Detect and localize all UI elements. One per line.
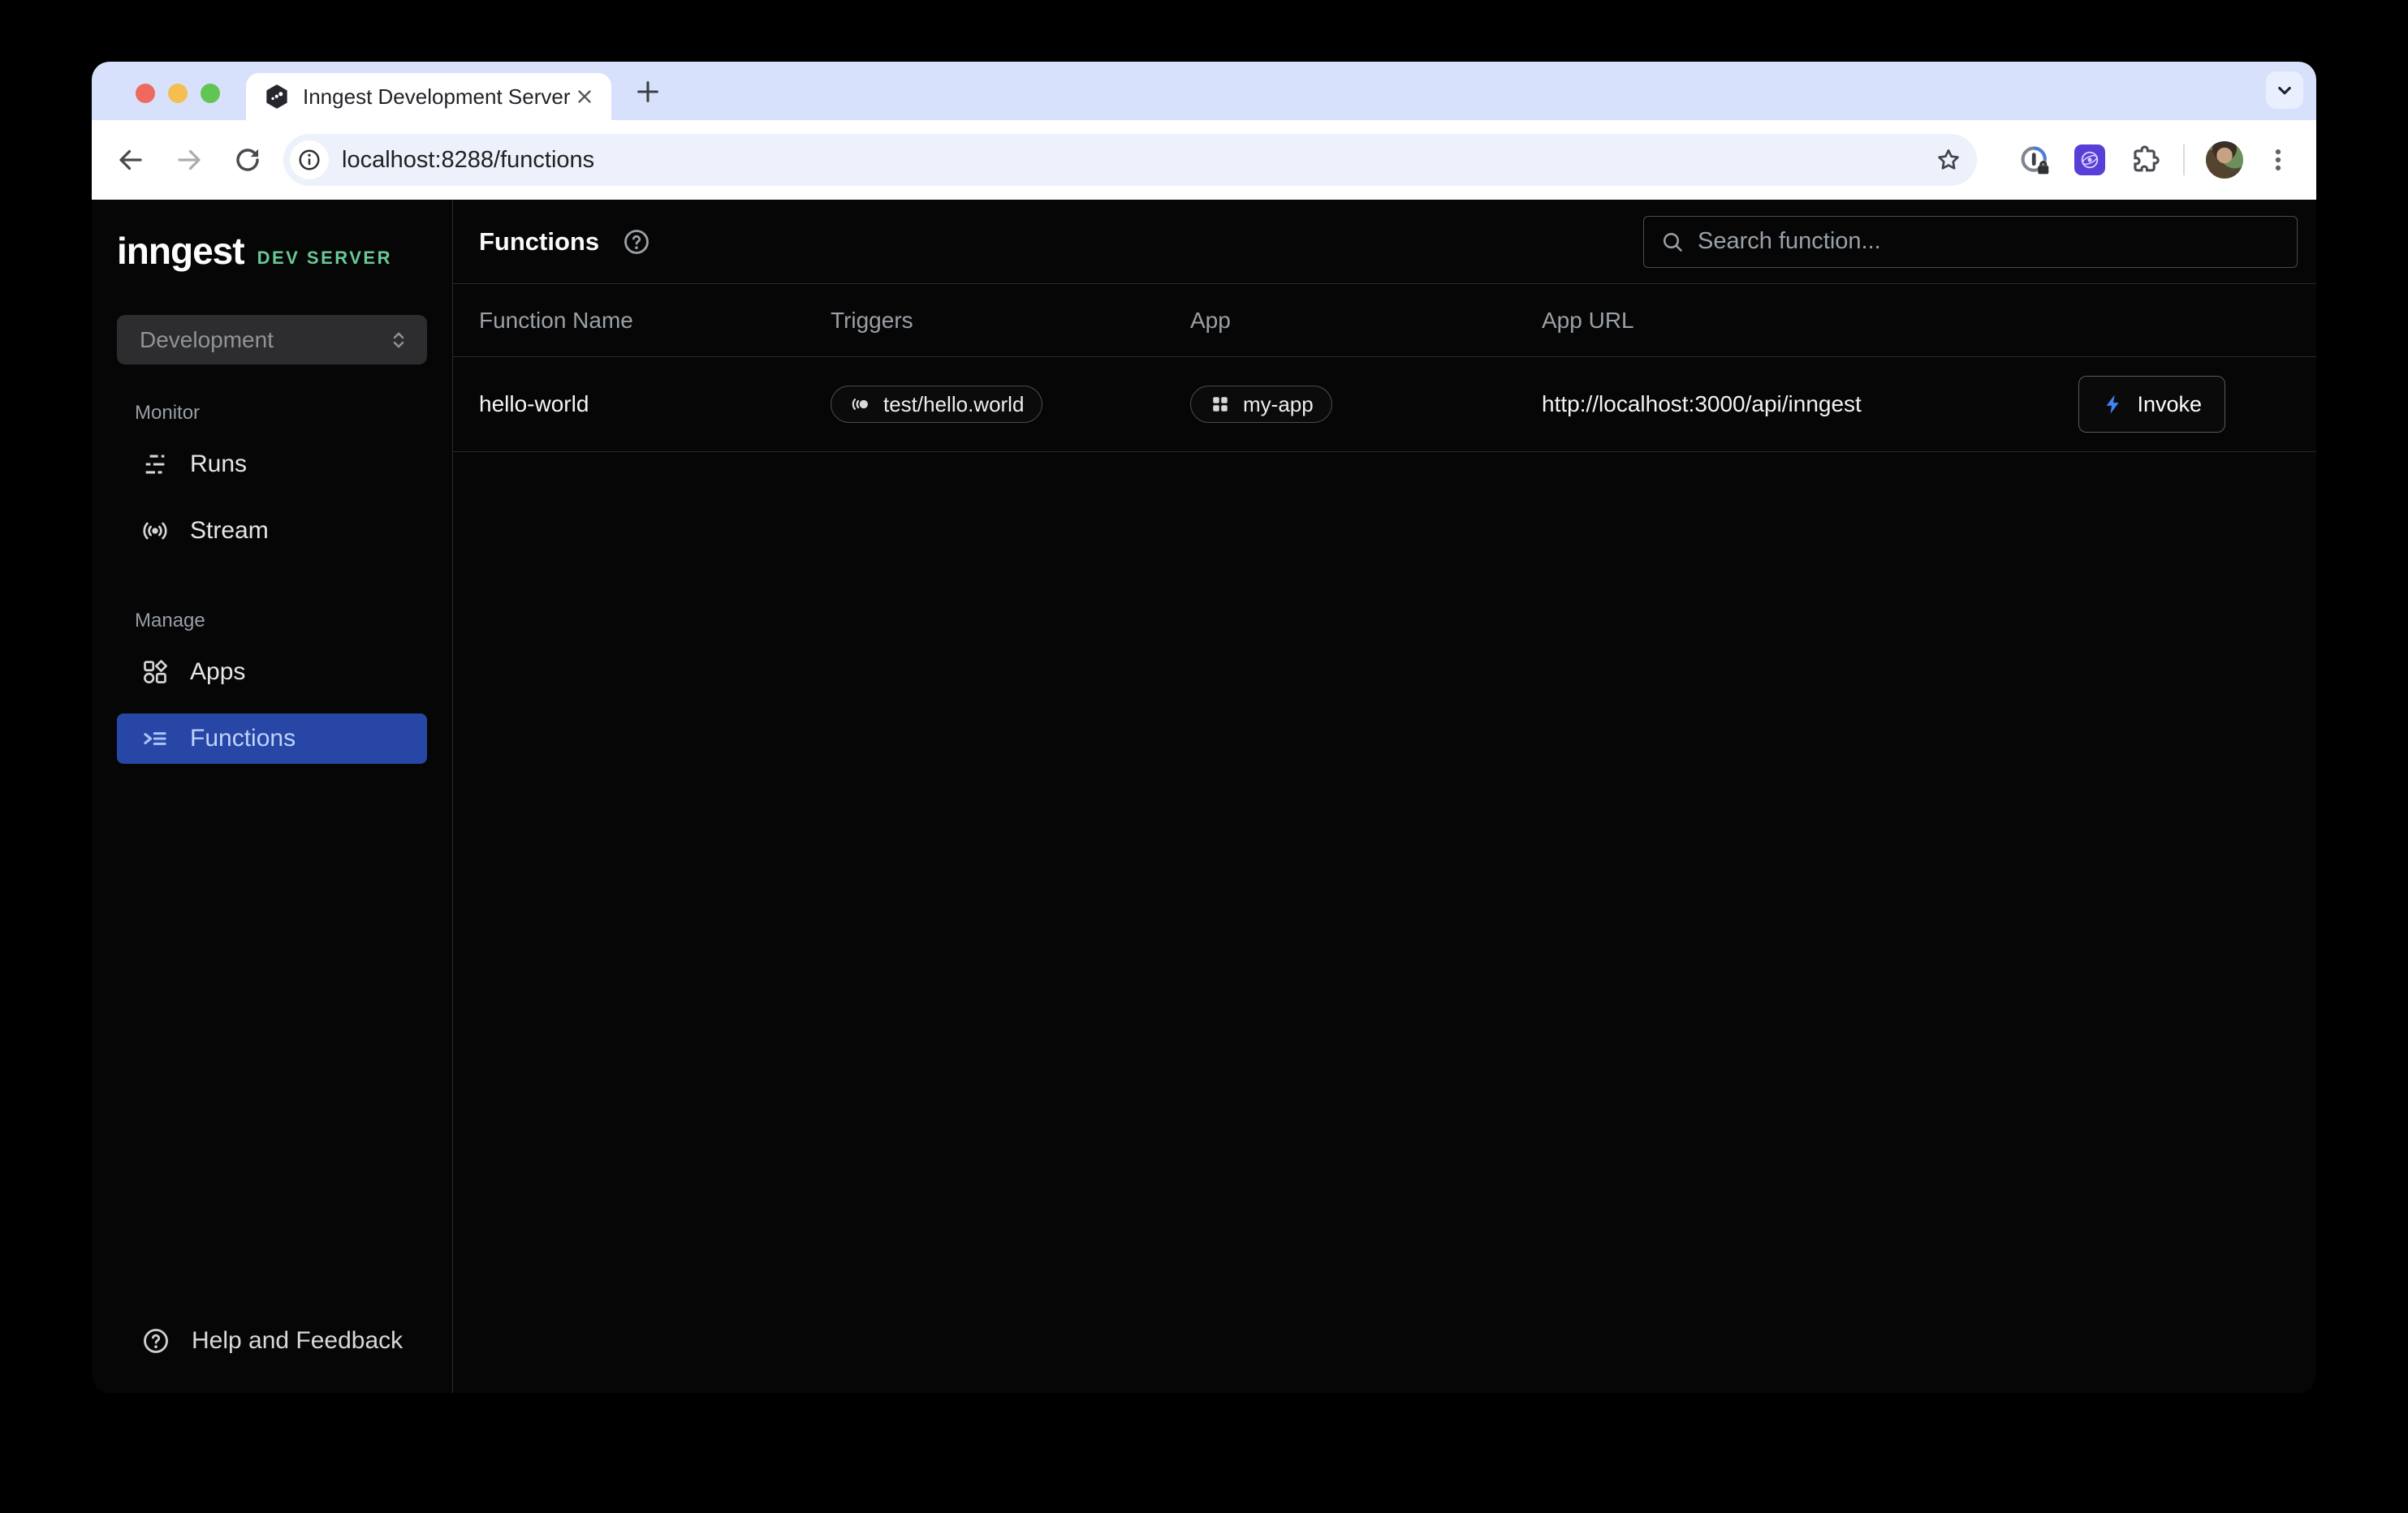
sidebar-item-stream[interactable]: Stream — [117, 506, 427, 556]
app-url: http://localhost:3000/api/inngest — [1542, 391, 1862, 417]
bookmark-star-icon[interactable] — [1935, 146, 1962, 174]
new-tab-button[interactable] — [634, 78, 662, 106]
table-header: Function Name Triggers App App URL — [453, 284, 2316, 357]
sidebar-item-runs[interactable]: Runs — [117, 439, 427, 489]
sidebar-section-manage: Manage — [135, 610, 427, 632]
stream-icon — [141, 517, 169, 545]
info-icon — [297, 148, 321, 172]
help-circle-icon — [141, 1326, 170, 1356]
dev-server-badge: DEV SERVER — [257, 248, 392, 269]
chevron-down-icon — [2272, 78, 2297, 102]
inngest-favicon — [264, 84, 290, 110]
invoke-label: Invoke — [2137, 392, 2202, 417]
purple-extension-icon[interactable] — [2074, 144, 2105, 175]
globe-emblem-icon — [2078, 149, 2101, 171]
sidebar-item-functions[interactable]: Functions — [117, 713, 427, 764]
window-controls — [136, 84, 220, 103]
trigger-badge: test/hello.world — [831, 386, 1042, 423]
sidebar: inngest DEV SERVER Development Monitor R… — [92, 200, 453, 1393]
apps-icon — [141, 658, 169, 686]
functions-help-icon[interactable] — [622, 227, 651, 256]
app-grid-icon — [1209, 393, 1232, 416]
unfold-chevrons-icon — [386, 328, 411, 352]
forward-icon[interactable] — [175, 145, 204, 175]
table-row[interactable]: hello-world test/hello.world — [453, 357, 2316, 452]
environment-select-value: Development — [140, 327, 386, 353]
browser-toolbar: localhost:8288/functions — [92, 120, 2316, 200]
url-text[interactable]: localhost:8288/functions — [342, 147, 1935, 174]
sidebar-item-label: Runs — [190, 450, 247, 478]
minimize-window-button[interactable] — [168, 84, 188, 103]
environment-select[interactable]: Development — [117, 315, 427, 364]
password-manager-extension-icon[interactable] — [2019, 144, 2050, 175]
browser-menu-icon[interactable] — [2264, 146, 2292, 174]
sidebar-item-label: Functions — [190, 725, 296, 752]
main-panel: Functions Function Name Triggers — [453, 200, 2316, 1393]
column-app-url: App URL — [1542, 308, 2316, 334]
main-header: Functions — [453, 200, 2316, 284]
profile-avatar[interactable] — [2206, 141, 2243, 179]
browser-window: Inngest Development Server — [92, 62, 2316, 1393]
function-name[interactable]: hello-world — [479, 391, 831, 417]
back-icon[interactable] — [116, 145, 145, 175]
page-title: Functions — [479, 227, 599, 256]
browser-tab[interactable]: Inngest Development Server — [246, 73, 611, 120]
function-search[interactable] — [1643, 216, 2298, 268]
site-info-chip[interactable] — [290, 140, 329, 179]
extensions-puzzle-icon[interactable] — [2130, 144, 2160, 175]
reload-icon[interactable] — [233, 145, 262, 175]
tab-close-icon[interactable] — [574, 86, 595, 107]
tab-search-chevron-button[interactable] — [2266, 71, 2303, 109]
invoke-button[interactable]: Invoke — [2078, 376, 2225, 433]
app-badge: my-app — [1190, 386, 1332, 423]
inngest-wordmark: inngest — [117, 229, 244, 273]
help-and-feedback[interactable]: Help and Feedback — [117, 1326, 427, 1356]
column-app: App — [1190, 308, 1542, 334]
page-content: inngest DEV SERVER Development Monitor R… — [92, 200, 2316, 1393]
address-bar[interactable]: localhost:8288/functions — [283, 134, 1977, 186]
search-input[interactable] — [1698, 228, 2281, 255]
sidebar-item-label: Apps — [190, 658, 245, 686]
close-window-button[interactable] — [136, 84, 155, 103]
maximize-window-button[interactable] — [201, 84, 220, 103]
sidebar-item-apps[interactable]: Apps — [117, 647, 427, 697]
tab-title: Inngest Development Server — [303, 84, 574, 110]
runs-icon — [141, 450, 169, 478]
functions-icon — [141, 725, 169, 752]
sidebar-item-label: Stream — [190, 517, 269, 545]
tab-strip: Inngest Development Server — [92, 62, 2316, 120]
lightning-bolt-icon — [2102, 393, 2125, 416]
column-triggers: Triggers — [831, 308, 1190, 334]
trigger-name: test/hello.world — [883, 392, 1024, 417]
search-icon — [1660, 230, 1685, 254]
logo: inngest DEV SERVER — [117, 229, 427, 273]
toolbar-separator — [2183, 144, 2185, 175]
column-function-name: Function Name — [479, 308, 831, 334]
sidebar-section-monitor: Monitor — [135, 402, 427, 425]
help-label: Help and Feedback — [192, 1327, 403, 1355]
event-trigger-icon — [849, 393, 872, 416]
app-name: my-app — [1243, 392, 1314, 417]
